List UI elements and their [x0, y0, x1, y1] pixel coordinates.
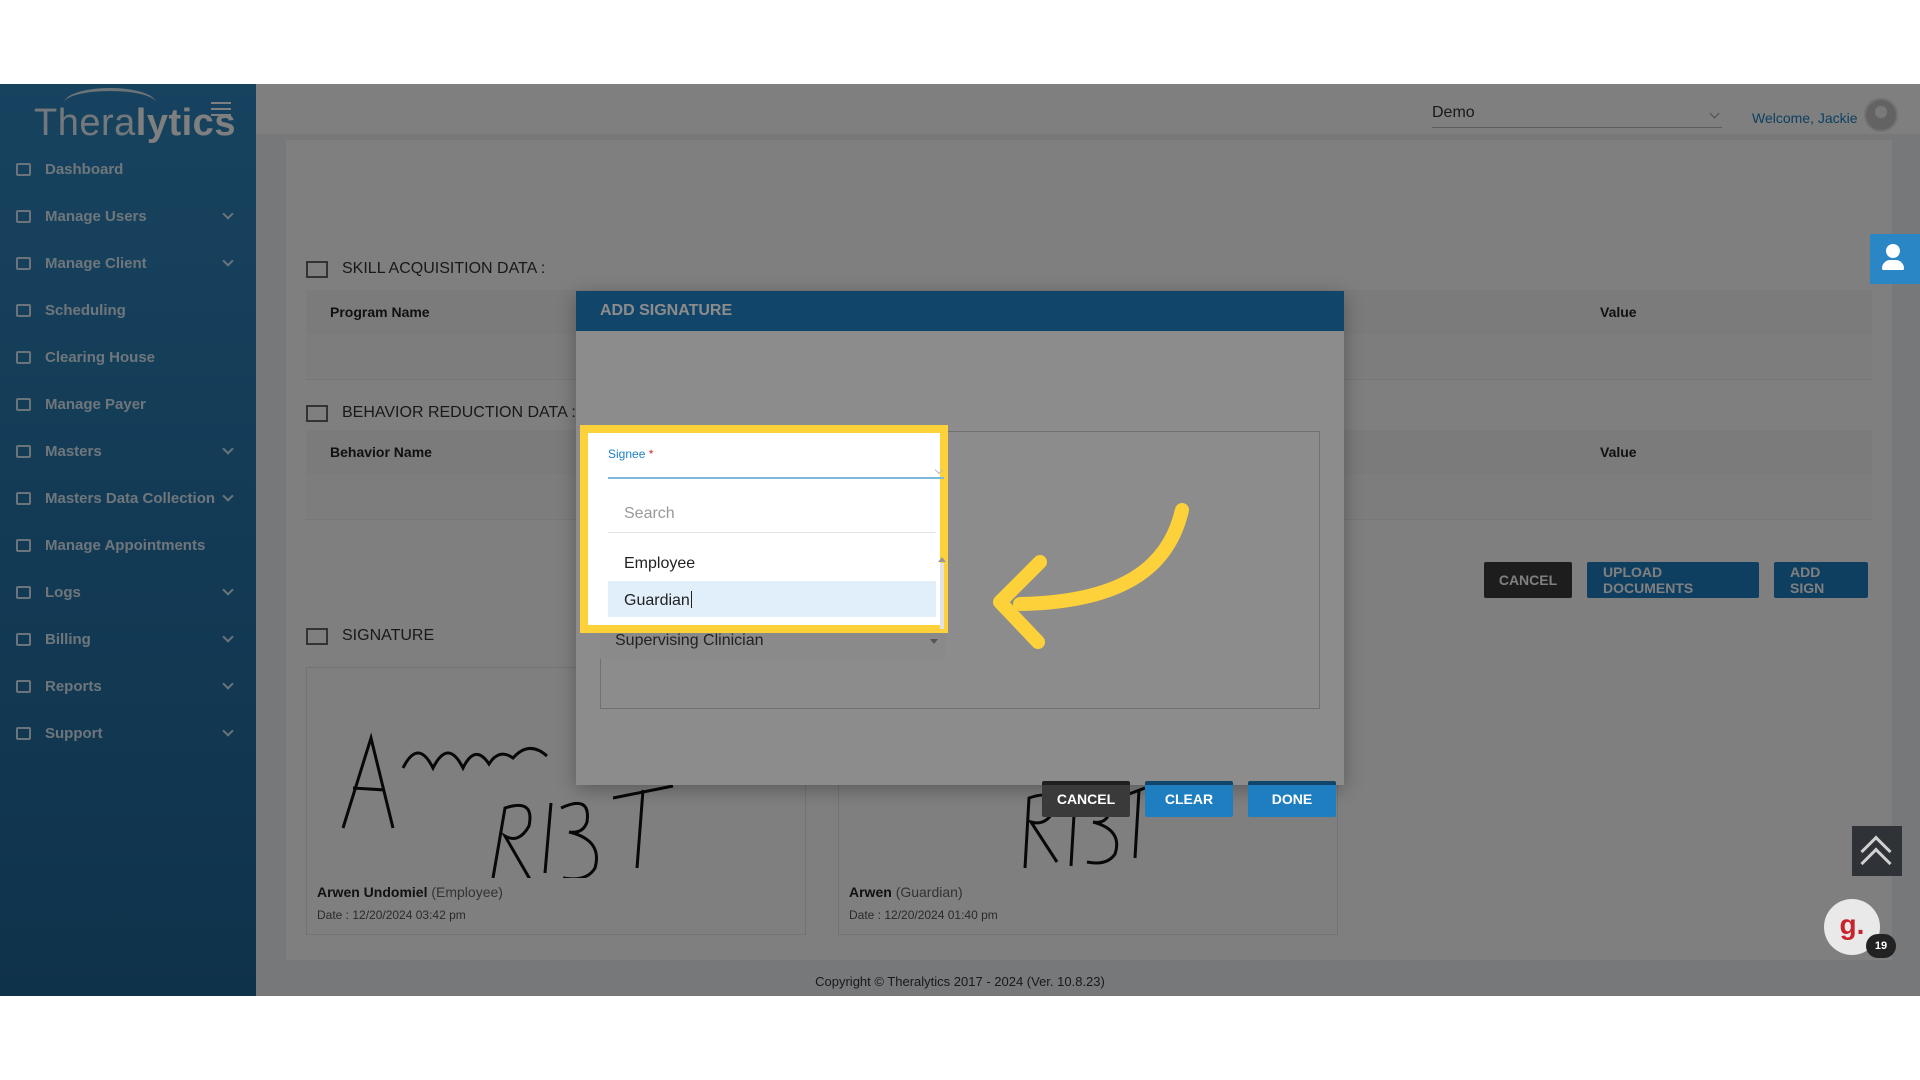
- dropdown-search-input[interactable]: Search: [608, 493, 936, 533]
- signee-dropdown-highlight: Signee * Search Employee Guardian: [580, 425, 948, 633]
- signee-label: Signee *: [608, 447, 653, 461]
- done-button[interactable]: DONE: [1248, 781, 1336, 817]
- dropdown-option-guardian[interactable]: Guardian: [608, 581, 936, 617]
- pointer-arrow-icon: [993, 503, 1189, 649]
- required-mark: *: [648, 447, 654, 461]
- notification-count-badge: 19: [1866, 934, 1896, 958]
- caret-down-icon: [930, 639, 938, 644]
- signee-label-text: Signee: [608, 447, 646, 461]
- scroll-up-icon[interactable]: [938, 557, 946, 562]
- app-window: Theralytics Dashboard Manage Users Manag…: [0, 84, 1920, 996]
- user-search-icon[interactable]: [1870, 234, 1920, 284]
- option-label: Supervising Clinician: [615, 632, 764, 649]
- dropdown-scrollbar[interactable]: [940, 563, 944, 629]
- clear-button[interactable]: CLEAR: [1145, 781, 1233, 817]
- modal-cancel-button[interactable]: CANCEL: [1042, 781, 1130, 817]
- caret-down-icon: [934, 465, 944, 475]
- scroll-to-top-button[interactable]: [1852, 826, 1902, 879]
- option-label: Employee: [624, 555, 696, 572]
- dropdown-option-employee[interactable]: Employee: [608, 545, 936, 581]
- text-cursor: [690, 591, 692, 608]
- option-label: Guardian: [624, 592, 690, 609]
- signee-select[interactable]: [608, 477, 944, 479]
